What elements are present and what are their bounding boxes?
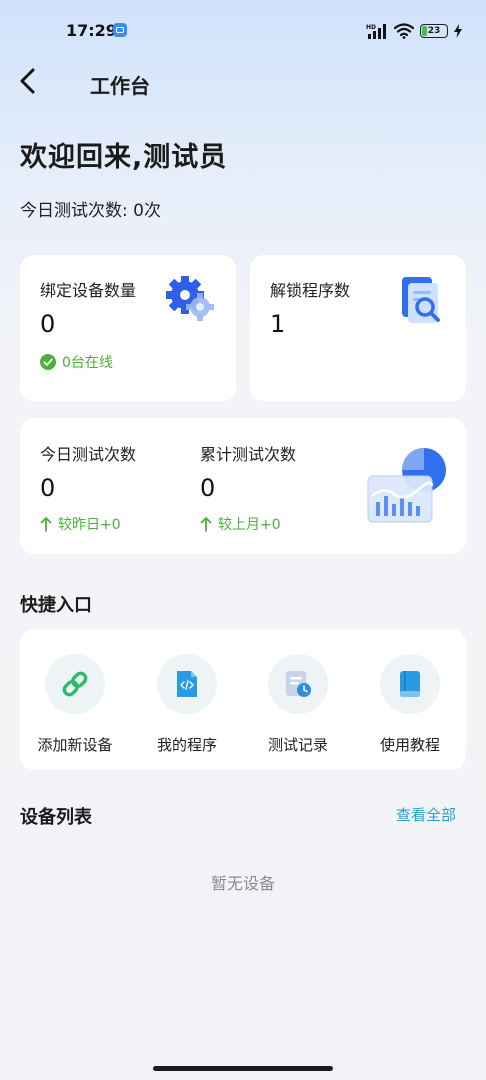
- quick-my-programs-bg: [157, 654, 217, 714]
- code-file-icon: [177, 671, 197, 697]
- record-clock-icon: [286, 671, 311, 697]
- quick-add-device-bg: [45, 654, 105, 714]
- empty-state-text: 暂无设备: [210, 874, 275, 893]
- total-tests-change: 较上月+0: [200, 514, 281, 534]
- wifi-icon: [394, 23, 414, 39]
- quick-add-device-label: 添加新设备: [37, 736, 113, 754]
- link-icon: [62, 671, 88, 697]
- charging-icon: [454, 24, 462, 38]
- chevron-left-icon: [20, 68, 35, 94]
- online-status: 0台在线: [40, 352, 113, 372]
- signal-icon: HD: [366, 24, 386, 39]
- quick-tutorial[interactable]: 使用教程: [360, 654, 460, 755]
- status-indicators: HD 23: [366, 20, 462, 42]
- document-search-icon: [402, 277, 440, 323]
- unlocked-programs-card[interactable]: 解锁程序数 1: [250, 255, 466, 401]
- battery-level: 23: [427, 26, 441, 36]
- quick-add-device[interactable]: 添加新设备: [25, 654, 125, 755]
- quick-my-programs[interactable]: 我的程序: [137, 654, 237, 755]
- book-icon: [400, 671, 420, 697]
- arrow-up-icon: [40, 517, 52, 532]
- today-tests-change: 较昨日+0: [40, 514, 121, 534]
- today-tests-change-label: 较昨日+0: [58, 517, 121, 533]
- quick-entry-title: 快捷入口: [20, 595, 92, 616]
- bound-devices-value: 0: [40, 310, 56, 338]
- status-time: 17:29: [66, 21, 117, 40]
- bound-devices-card[interactable]: 绑定设备数量 0 0台在线: [20, 255, 236, 401]
- unlocked-programs-label: 解锁程序数: [270, 281, 351, 300]
- quick-tutorial-bg: [380, 654, 440, 714]
- page-title: 工作台: [90, 74, 150, 98]
- gear-icon: [166, 276, 214, 321]
- network-type-label: HD: [366, 24, 376, 31]
- unlocked-programs-value: 1: [270, 310, 286, 338]
- quick-test-records-bg: [268, 654, 328, 714]
- home-indicator[interactable]: [153, 1066, 333, 1071]
- battery-icon: 23: [420, 24, 448, 38]
- welcome-heading: 欢迎回来,测试员: [20, 142, 228, 173]
- back-button[interactable]: [16, 66, 42, 96]
- quick-my-programs-label: 我的程序: [156, 736, 217, 754]
- notification-app-icon: [113, 23, 127, 37]
- quick-tutorial-label: 使用教程: [379, 736, 440, 754]
- status-bar: 17:29 HD 23: [0, 0, 486, 62]
- quick-test-records-label: 测试记录: [267, 736, 328, 754]
- total-tests-label: 累计测试次数: [200, 445, 297, 464]
- view-all-link[interactable]: 查看全部: [396, 804, 456, 825]
- device-list-title: 设备列表: [20, 807, 92, 828]
- arrow-up-icon: [200, 517, 212, 532]
- quick-test-records[interactable]: 测试记录: [248, 654, 348, 755]
- today-tests-value: 0: [40, 474, 56, 502]
- chart-icon: [367, 448, 446, 523]
- bound-devices-label: 绑定设备数量: [40, 281, 137, 300]
- total-tests-change-label: 较上月+0: [218, 517, 281, 533]
- test-stats-card[interactable]: 今日测试次数 0 较昨日+0 累计测试次数 0 较上月+0: [20, 418, 466, 554]
- check-circle-icon: [40, 354, 56, 370]
- total-tests-value: 0: [200, 474, 216, 502]
- today-tests-label: 今日测试次数: [40, 445, 137, 464]
- today-test-count: 今日测试次数: 0次: [20, 201, 161, 221]
- online-count-label: 0台在线: [62, 355, 113, 371]
